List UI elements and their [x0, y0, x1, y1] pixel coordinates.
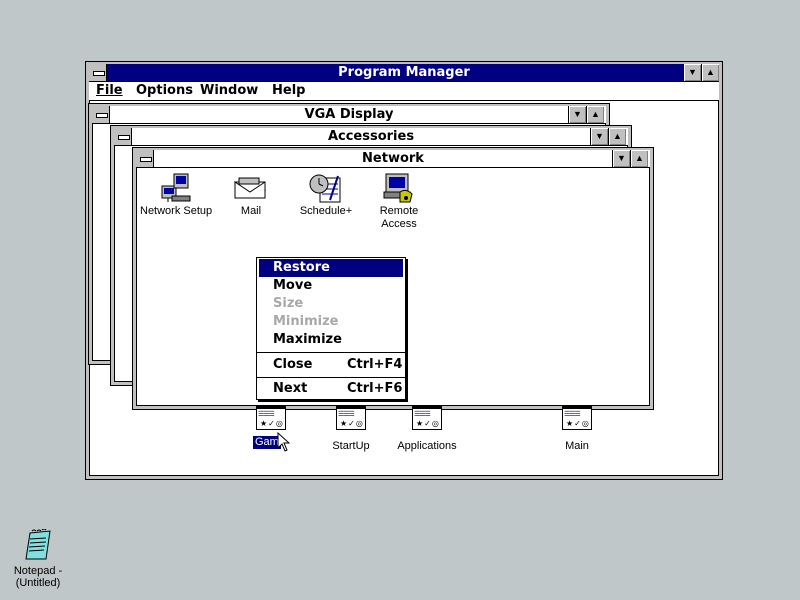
- menu-item-close-label: Close: [273, 357, 313, 372]
- menu-item-next[interactable]: Next Ctrl+F6: [259, 380, 403, 398]
- notepad-label-line2: (Untitled): [15, 577, 61, 589]
- mouse-pointer-icon: [277, 432, 290, 452]
- vga-display-minimize-button[interactable]: ▼: [568, 106, 586, 123]
- program-group-icon: [412, 406, 442, 430]
- accessories-control-menu-button[interactable]: [114, 128, 132, 145]
- menu-options[interactable]: Options: [136, 83, 193, 98]
- accessories-titlebar[interactable]: Accessories: [114, 128, 628, 146]
- program-manager-maximize-button[interactable]: ▲: [701, 64, 719, 81]
- vga-display-control-menu-button[interactable]: [92, 106, 110, 123]
- remote-access-label: Remote Access: [379, 205, 419, 230]
- menu-item-move-label: Move: [273, 278, 313, 293]
- menu-item-next-label: Next: [273, 381, 308, 396]
- vga-display-titlebar[interactable]: VGA Display: [92, 106, 606, 124]
- menu-help[interactable]: Help: [272, 83, 305, 98]
- remote-access-icon: [383, 173, 413, 203]
- group-startup-item[interactable]: StartUp: [326, 406, 376, 456]
- menu-file[interactable]: File: [96, 83, 123, 98]
- schedule-icon: [309, 174, 341, 203]
- accessories-title: Accessories: [327, 129, 415, 144]
- menu-item-move[interactable]: Move: [259, 277, 403, 295]
- control-menu: Restore Move Size Minimize Maximize Clos…: [256, 257, 406, 400]
- notepad-desktop-item[interactable]: Notepad - (Untitled): [8, 529, 68, 591]
- network-setup-item[interactable]: Network Setup: [140, 172, 212, 222]
- menu-item-close[interactable]: Close Ctrl+F4: [259, 356, 403, 374]
- menu-options-label: Options: [136, 83, 193, 98]
- menu-item-size: Size: [259, 295, 403, 313]
- mail-item[interactable]: Mail: [226, 172, 276, 222]
- program-manager-title: Program Manager: [338, 65, 470, 80]
- menu-item-restore[interactable]: Restore: [259, 259, 403, 277]
- accessories-maximize-button[interactable]: ▲: [608, 128, 626, 145]
- menu-item-maximize[interactable]: Maximize: [259, 331, 403, 349]
- program-manager-titlebar[interactable]: Program Manager: [89, 64, 719, 82]
- menu-item-maximize-label: Maximize: [273, 332, 342, 347]
- schedule-item[interactable]: Schedule+: [296, 172, 356, 222]
- accessories-minimize-button[interactable]: ▼: [590, 128, 608, 145]
- menu-item-minimize-label: Minimize: [273, 314, 339, 329]
- menu-item-size-label: Size: [273, 296, 304, 311]
- group-applications-item[interactable]: Applications: [394, 406, 460, 456]
- program-manager-control-menu-button[interactable]: [89, 64, 107, 81]
- menu-item-minimize: Minimize: [259, 313, 403, 331]
- vga-display-title: VGA Display: [304, 107, 394, 122]
- group-startup-label: StartUp: [332, 440, 370, 452]
- network-minimize-button[interactable]: ▼: [612, 150, 630, 167]
- network-setup-label: Network Setup: [140, 205, 213, 217]
- program-group-icon: [562, 406, 592, 430]
- group-applications-label: Applications: [397, 440, 457, 452]
- group-main-item[interactable]: Main: [556, 406, 598, 456]
- notepad-icon: [25, 529, 51, 560]
- menu-item-next-accel: Ctrl+F6: [347, 381, 403, 396]
- menu-item-restore-label: Restore: [273, 260, 330, 275]
- mail-label: Mail: [240, 205, 262, 217]
- menu-help-label: Help: [272, 83, 306, 98]
- network-setup-icon: [161, 173, 191, 202]
- menu-separator: [257, 377, 405, 378]
- program-group-icon: [336, 406, 366, 430]
- menu-window[interactable]: Window: [200, 83, 258, 98]
- menu-bar: File Options Window Help: [89, 82, 719, 101]
- group-main-label: Main: [565, 440, 589, 452]
- schedule-label: Schedule+: [299, 205, 353, 217]
- program-manager-minimize-button[interactable]: ▼: [683, 64, 701, 81]
- remote-access-item[interactable]: Remote Access: [372, 172, 426, 232]
- menu-separator: [257, 352, 405, 353]
- vga-display-maximize-button[interactable]: ▲: [586, 106, 604, 123]
- network-title: Network: [362, 151, 424, 166]
- menu-file-label: File: [96, 83, 123, 98]
- network-control-menu-button[interactable]: [136, 150, 154, 167]
- menu-window-label: Window: [200, 83, 259, 98]
- network-maximize-button[interactable]: ▲: [630, 150, 648, 167]
- menu-item-close-accel: Ctrl+F4: [347, 357, 403, 372]
- network-titlebar[interactable]: Network: [136, 150, 650, 168]
- program-group-icon: [256, 406, 286, 430]
- mail-icon: [233, 177, 267, 199]
